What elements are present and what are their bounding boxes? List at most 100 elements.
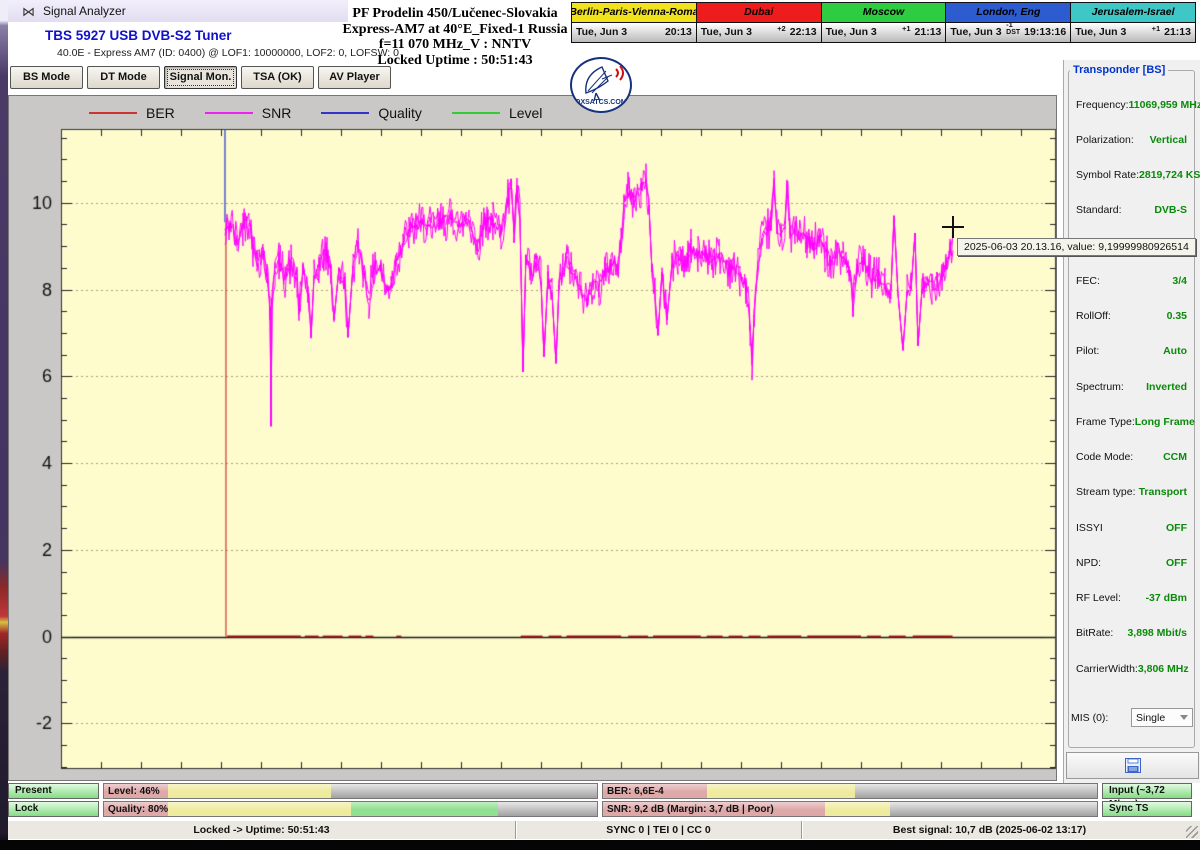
clock-utc-offset: -1DST <box>1006 23 1022 37</box>
legend-line-snr <box>205 112 253 114</box>
transponder-row-value: DVB-S <box>1154 204 1187 216</box>
site-info-block: PF Prodelin 450/Lučenec-Slovakia Express… <box>330 6 580 68</box>
transponder-row-label: FEC: <box>1076 275 1100 287</box>
tab-bs-mode[interactable]: BS Mode <box>10 66 83 89</box>
app-icon: ⋈ <box>22 5 35 18</box>
transponder-row-value: 2819,724 KS/s <box>1139 169 1200 181</box>
transponder-row-value: 3,806 MHz <box>1138 663 1189 675</box>
transponder-rows: Frequency:11069,959 MHzPolarization:Vert… <box>1069 87 1194 686</box>
transponder-row-value: 11069,959 MHz <box>1129 99 1200 111</box>
site-line-1: PF Prodelin 450/Lučenec-Slovakia <box>330 6 580 22</box>
level-label: Level: 46% <box>108 784 160 799</box>
transponder-row: Spectrum:Inverted <box>1069 369 1194 404</box>
transponder-row-label: ISSYI <box>1076 522 1103 534</box>
tab-tsa-ok-[interactable]: TSA (OK) <box>241 66 314 89</box>
legend-label: SNR <box>262 105 292 121</box>
logo-text: DXSATCS.COM <box>572 99 630 106</box>
window-titlebar: ⋈ Signal Analyzer <box>8 0 348 22</box>
clock-london-eng: London, EngTue, Jun 3-1DST19:13:16 <box>945 2 1071 43</box>
clock-time: 22:13 <box>790 26 817 38</box>
status-sync: SYNC 0 | TEI 0 | CC 0 <box>516 821 802 839</box>
site-line-2: Express-AM7 at 40°E_Fixed-1 Russia <box>330 22 580 38</box>
legend-item-snr: SNR <box>205 105 292 121</box>
transponder-row-value: -37 dBm <box>1146 592 1187 604</box>
dxsatcs-logo: DXSATCS.COM <box>570 57 632 113</box>
transponder-row: Code Mode: CCM <box>1069 440 1194 475</box>
transponder-row: RollOff: 0.35 <box>1069 299 1194 334</box>
transponder-row-value: CCM <box>1163 451 1187 463</box>
transponder-row-label: NPD: <box>1076 557 1101 569</box>
transponder-row-value: Long Frame <box>1135 416 1195 428</box>
clock-city-text: Dubai <box>744 6 773 18</box>
legend-item-level: Level <box>452 105 542 121</box>
world-clocks: Berlin-Paris-Vienna-RomaTue, Jun 320:13D… <box>571 2 1196 43</box>
clock-dubai: DubaiTue, Jun 3+222:13 <box>696 2 822 43</box>
input-rate-indicator: Input (~3,72 Mbps) <box>1102 783 1192 799</box>
transponder-row-value: Transport <box>1139 486 1187 498</box>
transponder-groupbox: Frequency:11069,959 MHzPolarization:Vert… <box>1068 70 1195 748</box>
clock-date-text: Tue, Jun 3 <box>701 26 752 38</box>
transponder-row-label: Spectrum: <box>1076 381 1124 393</box>
chevron-down-icon <box>1180 715 1188 720</box>
transponder-row: RF Level: -37 dBm <box>1069 581 1194 616</box>
clock-date-row: Tue, Jun 3+121:13 <box>1071 23 1195 42</box>
legend-line-level <box>452 112 500 114</box>
transponder-row: BitRate:3,898 Mbit/s <box>1069 616 1194 651</box>
clock-city-label: Jerusalem-Israel <box>1071 3 1195 23</box>
status-best-signal: Best signal: 10,7 dB (2025-06-02 13:17) <box>802 821 1177 839</box>
legend-item-quality: Quality <box>321 105 422 121</box>
tab-signal-mon-[interactable]: Signal Mon. <box>164 66 237 89</box>
clock-date-text: Tue, Jun 3 <box>826 26 877 38</box>
transponder-row-label: Standard: <box>1076 204 1122 216</box>
clock-date-text: Tue, Jun 3 <box>1075 26 1126 38</box>
clock-time: 21:13 <box>915 26 942 38</box>
transponder-row-label: CarrierWidth: <box>1076 663 1138 675</box>
signal-chart-canvas[interactable] <box>9 96 1058 782</box>
desktop-edge-strip <box>0 0 8 850</box>
transponder-row-label: RF Level: <box>1076 592 1121 604</box>
clock-city-label: Dubai <box>697 3 821 23</box>
transponder-row: FEC: 3/4 <box>1069 263 1194 298</box>
transponder-row-label: Code Mode: <box>1076 451 1133 463</box>
clock-berlin-paris-vienna-roma: Berlin-Paris-Vienna-RomaTue, Jun 320:13 <box>571 2 697 43</box>
clock-city-text: Berlin-Paris-Vienna-Roma <box>572 6 696 18</box>
legend-label: Quality <box>378 105 422 121</box>
legend-label: BER <box>146 105 175 121</box>
mis-dropdown[interactable]: Single <box>1131 708 1193 727</box>
status-bar: Locked -> Uptime: 50:51:43 SYNC 0 | TEI … <box>8 820 1200 839</box>
transponder-row-label: Symbol Rate: <box>1076 169 1139 181</box>
ber-label: BER: 6,6E-4 <box>607 784 664 799</box>
quality-progress-bar: Quality: 80% <box>103 801 598 817</box>
transponder-row-label: RollOff: <box>1076 310 1111 322</box>
transponder-row: Stream type:Transport <box>1069 475 1194 510</box>
site-line-3: f=11 070 MHz_V : NNTV <box>330 37 580 53</box>
clock-city-text: Jerusalem-Israel <box>1092 6 1175 18</box>
chart-tooltip: 2025-06-03 20.13.16, value: 9,1999998092… <box>957 238 1196 256</box>
transponder-row-value: 0.35 <box>1167 310 1187 322</box>
transponder-row: Frequency:11069,959 MHz <box>1069 87 1194 122</box>
present-indicator: Present <box>8 783 99 799</box>
transponder-row-value: 3/4 <box>1172 275 1187 287</box>
clock-date-text: Tue, Jun 3 <box>576 26 627 38</box>
clock-jerusalem-israel: Jerusalem-Israel Tue, Jun 3+121:13 <box>1070 2 1196 43</box>
clock-moscow: MoscowTue, Jun 3+121:13 <box>821 2 947 43</box>
clock-time: 19:13:16 <box>1024 26 1066 38</box>
transponder-row: NPD: OFF <box>1069 545 1194 580</box>
tab-av-player[interactable]: AV Player <box>318 66 391 89</box>
mis-row: MIS (0): Single <box>1071 708 1193 727</box>
clock-city-label: London, Eng <box>946 3 1070 23</box>
lock-indicator: Lock <box>8 801 99 817</box>
clock-city-label: Moscow <box>822 3 946 23</box>
save-icon <box>1125 758 1141 773</box>
resize-grip[interactable] <box>1186 826 1198 838</box>
clock-date-row: Tue, Jun 3-1DST19:13:16 <box>946 23 1070 42</box>
tab-dt-mode[interactable]: DT Mode <box>87 66 160 89</box>
save-button[interactable] <box>1066 752 1199 779</box>
snr-label: SNR: 9,2 dB (Margin: 3,7 dB | Poor) <box>607 802 774 817</box>
transponder-row-label: Stream type: <box>1076 486 1136 498</box>
transponder-row-value: OFF <box>1166 557 1187 569</box>
transponder-panel: Frequency:11069,959 MHzPolarization:Vert… <box>1063 60 1200 783</box>
screen: ⋈ Signal Analyzer TBS 5927 USB DVB-S2 Tu… <box>0 0 1200 850</box>
clock-city-text: Moscow <box>863 6 904 18</box>
transponder-row-label: BitRate: <box>1076 627 1113 639</box>
